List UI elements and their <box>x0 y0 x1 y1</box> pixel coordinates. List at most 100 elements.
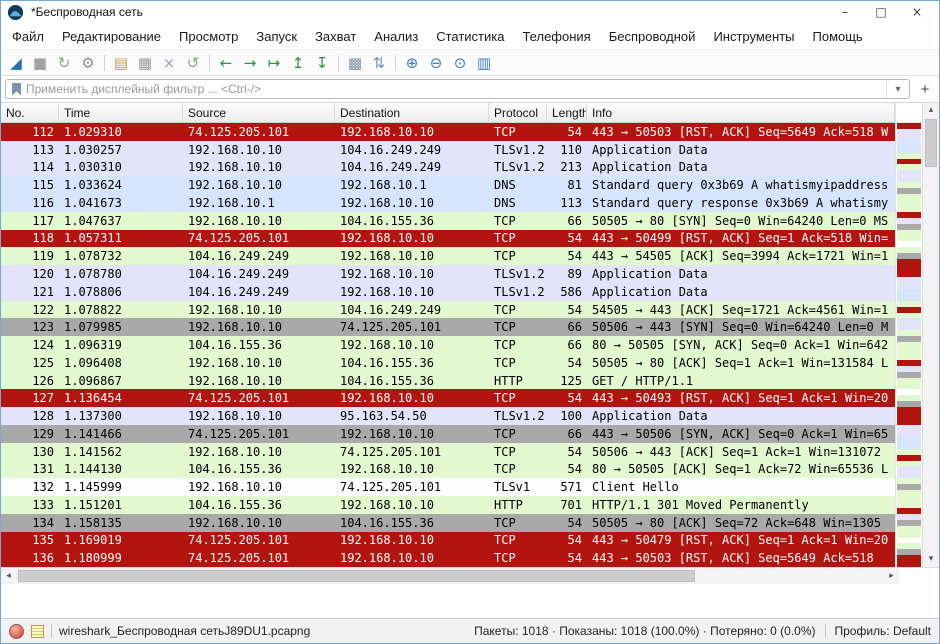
menu-item[interactable]: Анализ <box>365 29 427 44</box>
maximize-button[interactable]: □ <box>863 1 899 23</box>
go-last-icon[interactable]: ↧ <box>310 52 334 73</box>
menu-item[interactable]: Просмотр <box>170 29 247 44</box>
autoscroll-icon[interactable]: ⇅ <box>367 52 391 73</box>
scroll-left-arrow[interactable]: ◂ <box>1 571 16 581</box>
packet-row[interactable]: 1171.047637192.168.10.10104.16.155.36TCP… <box>1 212 895 230</box>
packet-row[interactable]: 1151.033624192.168.10.10192.168.10.1DNS8… <box>1 176 895 194</box>
scroll-up-arrow[interactable]: ▴ <box>923 103 939 118</box>
packet-row[interactable]: 1211.078806104.16.249.249192.168.10.10TL… <box>1 283 895 301</box>
column-header[interactable]: Length <box>547 103 587 122</box>
zoom-reset-icon[interactable]: ⊙ <box>448 52 472 73</box>
capture-comment-icon[interactable] <box>31 625 44 638</box>
colorize-icon[interactable]: ▩ <box>343 52 367 73</box>
packet-row[interactable]: 1241.096319104.16.155.36192.168.10.10TCP… <box>1 336 895 354</box>
restart-capture-icon[interactable]: ↻ <box>52 52 76 73</box>
zoom-out-icon[interactable]: ⊖ <box>424 52 448 73</box>
packet-row[interactable]: 1201.078780104.16.249.249192.168.10.10TL… <box>1 265 895 283</box>
packet-row[interactable]: 1231.079985192.168.10.1074.125.205.101TC… <box>1 318 895 336</box>
packet-cell-no: 120 <box>1 265 59 283</box>
menu-item[interactable]: Захват <box>306 29 365 44</box>
packet-row[interactable]: 1251.096408192.168.10.10104.16.155.36TCP… <box>1 354 895 372</box>
packet-row[interactable]: 1331.151201104.16.155.36192.168.10.10HTT… <box>1 496 895 514</box>
packet-cell-protocol: TCP <box>489 389 547 407</box>
open-file-icon[interactable]: ▤ <box>109 52 133 73</box>
filter-add-button[interactable]: + <box>915 81 935 98</box>
scrollbar-corner <box>899 567 939 584</box>
menu-item[interactable]: Редактирование <box>53 29 170 44</box>
packet-row[interactable]: 1281.137300192.168.10.1095.163.54.50TLSv… <box>1 407 895 425</box>
packet-row[interactable]: 1301.141562192.168.10.1074.125.205.101TC… <box>1 443 895 461</box>
status-bar: wireshark_Беспроводная сетьJ89DU1.pcapng… <box>1 618 939 643</box>
scroll-down-arrow[interactable]: ▾ <box>923 552 939 567</box>
packet-minimap[interactable] <box>895 103 922 567</box>
packet-cell-destination: 104.16.155.36 <box>335 514 489 532</box>
scroll-right-arrow[interactable]: ▸ <box>884 571 899 581</box>
vertical-scroll-track[interactable] <box>923 118 939 552</box>
packet-row[interactable]: 1221.078822192.168.10.10104.16.249.249TC… <box>1 301 895 319</box>
packet-row[interactable]: 1311.144130104.16.155.36192.168.10.10TCP… <box>1 461 895 479</box>
profile-label[interactable]: Профиль: Default <box>835 624 932 638</box>
packet-cell-no: 121 <box>1 283 59 301</box>
packet-row[interactable]: 1131.030257192.168.10.10104.16.249.249TL… <box>1 141 895 159</box>
close-file-icon[interactable]: × <box>157 52 181 73</box>
column-header[interactable]: Destination <box>335 103 489 122</box>
column-header[interactable]: Source <box>183 103 335 122</box>
column-header[interactable]: Time <box>59 103 183 122</box>
menu-item[interactable]: Статистика <box>427 29 513 44</box>
packet-cell-protocol: TLSv1.2 <box>489 265 547 283</box>
capture-options-icon[interactable]: ⚙ <box>76 52 100 73</box>
go-first-icon[interactable]: ↥ <box>286 52 310 73</box>
window-controls: – □ × <box>827 1 935 23</box>
stop-capture-icon[interactable]: ■ <box>28 52 52 73</box>
menu-item[interactable]: Инструменты <box>704 29 803 44</box>
column-header[interactable]: Protocol <box>489 103 547 122</box>
packet-cell-time: 1.096319 <box>59 336 183 354</box>
menu-item[interactable]: Беспроводной <box>600 29 705 44</box>
packet-row[interactable]: 1321.145999192.168.10.1074.125.205.101TL… <box>1 478 895 496</box>
packet-row[interactable]: 1161.041673192.168.10.1192.168.10.10DNS1… <box>1 194 895 212</box>
reload-icon[interactable]: ↺ <box>181 52 205 73</box>
filter-dropdown-icon[interactable]: ▾ <box>886 80 909 98</box>
minimap-strip[interactable] <box>896 123 922 567</box>
minimize-button[interactable]: – <box>827 1 863 23</box>
column-header[interactable]: No. <box>1 103 59 122</box>
packet-cell-info: GET / HTTP/1.1 <box>587 372 895 390</box>
horizontal-scrollbar[interactable]: ◂ ▸ <box>1 567 899 584</box>
packet-cell-destination: 192.168.10.10 <box>335 194 489 212</box>
go-to-packet-icon[interactable]: ↦ <box>262 52 286 73</box>
packet-cell-source: 104.16.249.249 <box>183 283 335 301</box>
packet-row[interactable]: 1271.13645474.125.205.101192.168.10.10TC… <box>1 389 895 407</box>
go-back-icon[interactable]: ← <box>214 52 238 73</box>
packet-row[interactable]: 1141.030310192.168.10.10104.16.249.249TL… <box>1 159 895 177</box>
horizontal-scroll-thumb[interactable] <box>18 570 695 582</box>
start-capture-icon[interactable]: ◢ <box>4 52 28 73</box>
resize-columns-icon[interactable]: ▥ <box>472 52 496 73</box>
column-header[interactable]: Info <box>587 103 895 122</box>
go-forward-icon[interactable]: → <box>238 52 262 73</box>
zoom-in-icon[interactable]: ⊕ <box>400 52 424 73</box>
packet-row[interactable]: 1341.158135192.168.10.10104.16.155.36TCP… <box>1 514 895 532</box>
packet-cell-no: 119 <box>1 247 59 265</box>
menu-item[interactable]: Файл <box>3 29 53 44</box>
packet-row[interactable]: 1351.16901974.125.205.101192.168.10.10TC… <box>1 532 895 550</box>
close-button[interactable]: × <box>899 1 935 23</box>
packet-cell-protocol: TLSv1 <box>489 478 547 496</box>
packet-row[interactable]: 1181.05731174.125.205.101192.168.10.10TC… <box>1 230 895 248</box>
vertical-scrollbar[interactable]: ▴ ▾ <box>922 103 939 567</box>
display-filter-input[interactable] <box>26 82 886 96</box>
filter-bookmark-icon[interactable] <box>12 83 21 96</box>
menu-item[interactable]: Телефония <box>513 29 599 44</box>
packet-row[interactable]: 1191.078732104.16.249.249192.168.10.10TC… <box>1 247 895 265</box>
packet-row[interactable]: 1121.02931074.125.205.101192.168.10.10TC… <box>1 123 895 141</box>
menu-item[interactable]: Запуск <box>247 29 306 44</box>
packet-row[interactable]: 1261.096867192.168.10.10104.16.155.36HTT… <box>1 372 895 390</box>
menu-item[interactable]: Помощь <box>804 29 872 44</box>
packet-row[interactable]: 1291.14146674.125.205.101192.168.10.10TC… <box>1 425 895 443</box>
expert-info-icon[interactable] <box>9 624 24 639</box>
packet-cell-no: 123 <box>1 318 59 336</box>
horizontal-scroll-track[interactable] <box>16 568 884 584</box>
packet-row[interactable]: 1361.18099974.125.205.101192.168.10.10TC… <box>1 549 895 567</box>
statusbar-divider <box>825 624 826 638</box>
save-file-icon[interactable]: ▦ <box>133 52 157 73</box>
vertical-scroll-thumb[interactable] <box>925 119 937 167</box>
